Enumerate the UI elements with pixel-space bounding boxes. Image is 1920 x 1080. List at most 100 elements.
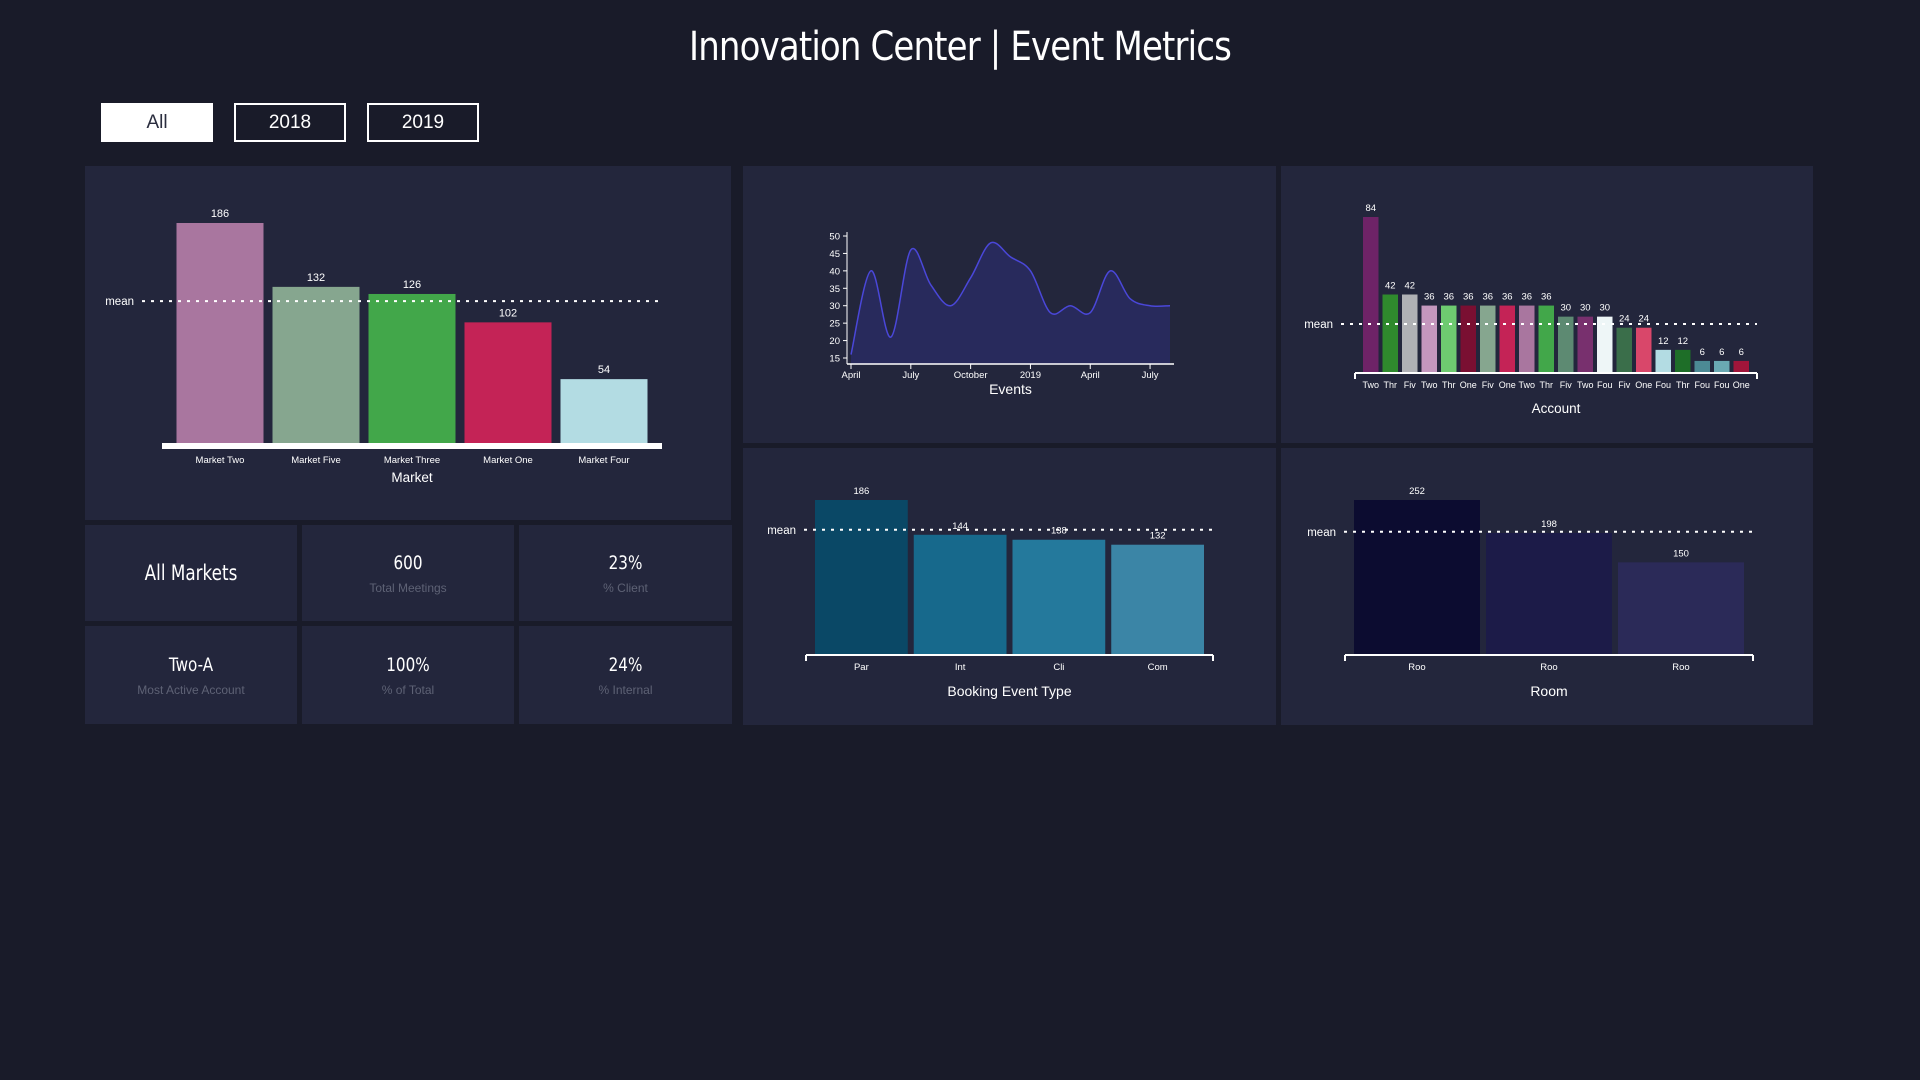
bar-value-label: 30	[1599, 303, 1610, 314]
y-tick-label: 15	[829, 354, 840, 365]
total-meetings-value: 600	[393, 552, 423, 574]
x-axis-title: Account	[1532, 401, 1581, 416]
x-axis-title: Room	[1530, 683, 1567, 699]
booking-event-type-bar-chart: 186 Par 144 Int 138 Cli 132 Com mean Booking Even…	[767, 486, 1214, 699]
bar-account-10	[1558, 316, 1574, 372]
x-tick-label: Fiv	[1618, 380, 1630, 390]
stat-card-most-active-account: Two-A Most Active Account	[85, 626, 297, 724]
bar-booking-3	[1111, 544, 1204, 654]
bar-account-6	[1480, 305, 1496, 372]
x-tick-label: Thr	[1384, 380, 1398, 390]
y-tick-label: 35	[829, 284, 840, 295]
stat-card-client: 23% % Client	[519, 525, 732, 621]
bar-value-label: 6	[1739, 347, 1744, 358]
bar-account-7	[1499, 305, 1515, 372]
internal-percent-label: % Internal	[598, 683, 653, 697]
bar-market-3	[464, 322, 552, 443]
bar-account-5	[1460, 305, 1476, 372]
bar-value-label: 198	[1541, 519, 1557, 530]
market-chart-panel: 186 Market Two 132 Market Five 126 Market Thr…	[85, 166, 731, 520]
bar-value-label: 36	[1443, 292, 1454, 303]
bar-value-label: 102	[499, 307, 517, 319]
bar-value-label: 6	[1719, 347, 1724, 358]
y-tick-label: 30	[829, 301, 840, 312]
mean-label: mean	[105, 296, 134, 308]
bar-account-15	[1655, 349, 1671, 372]
x-tick-label: Cli	[1053, 662, 1064, 673]
bar-account-16	[1675, 349, 1691, 372]
mean-label: mean	[767, 525, 796, 537]
bar-account-14	[1636, 327, 1652, 372]
bar-value-label: 36	[1521, 292, 1532, 303]
x-tick-label: Market Four	[578, 455, 629, 466]
market-bar-chart: 186 Market Two 132 Market Five 126 Market Thr…	[105, 208, 662, 485]
stat-card-market: All Markets	[85, 525, 297, 621]
bar-account-18	[1714, 360, 1730, 372]
stat-card-internal: 24% % Internal	[519, 626, 732, 724]
x-tick-label: 2019	[1020, 370, 1041, 381]
y-tick-label: 45	[829, 249, 840, 260]
y-tick-label: 40	[829, 266, 840, 277]
bar-value-label: 12	[1677, 336, 1688, 347]
x-tick-label: July	[1142, 370, 1159, 381]
bar-account-4	[1441, 305, 1457, 372]
x-tick-label: April	[1081, 370, 1100, 381]
bar-value-label: 12	[1658, 336, 1669, 347]
bar-value-label: 42	[1404, 281, 1415, 292]
bar-market-0	[176, 223, 264, 443]
x-tick-label: Two	[1421, 380, 1438, 390]
bar-value-label: 36	[1424, 292, 1435, 303]
x-tick-label: Roo	[1540, 662, 1557, 673]
x-tick-label: Two	[1362, 380, 1379, 390]
y-tick-label: 20	[829, 336, 840, 347]
x-tick-label: Fou	[1597, 380, 1613, 390]
x-tick-label: Thr	[1442, 380, 1456, 390]
percent-of-total-value: 100%	[386, 654, 430, 676]
bar-account-13	[1616, 327, 1632, 372]
bar-booking-0	[815, 500, 908, 654]
bar-account-9	[1538, 305, 1554, 372]
x-tick-label: Int	[955, 662, 966, 673]
bar-value-label: 186	[853, 486, 869, 497]
bar-value-label: 132	[307, 272, 325, 284]
bar-value-label: 30	[1580, 303, 1591, 314]
room-bar-chart: 252 Roo 198 Roo 150 Roo mean Room	[1307, 486, 1754, 699]
bar-market-1	[272, 286, 360, 443]
x-tick-label: Roo	[1672, 662, 1689, 673]
booking-chart-panel: 186 Par 144 Int 138 Cli 132 Com mean Booking Even…	[743, 448, 1276, 725]
bar-room-0	[1354, 500, 1480, 654]
x-axis-title: Events	[989, 381, 1032, 397]
x-tick-label: Fou	[1714, 380, 1730, 390]
x-tick-label: Roo	[1408, 662, 1425, 673]
filter-2018-button[interactable]: 2018	[234, 103, 346, 142]
x-tick-label: One	[1635, 380, 1652, 390]
room-chart-panel: 252 Roo 198 Roo 150 Roo mean Room	[1281, 448, 1813, 725]
bar-value-label: 54	[598, 364, 610, 376]
x-tick-label: Market One	[483, 455, 533, 466]
client-percent-value: 23%	[608, 552, 643, 574]
client-percent-label: % Client	[603, 581, 648, 595]
x-tick-label: October	[954, 370, 988, 381]
bar-value-label: 36	[1502, 292, 1513, 303]
x-tick-label: Fiv	[1482, 380, 1494, 390]
x-axis-title: Booking Event Type	[947, 683, 1071, 699]
x-tick-label: Two	[1518, 380, 1535, 390]
x-tick-label: Market Two	[196, 455, 245, 466]
x-tick-label: One	[1460, 380, 1477, 390]
filter-2019-button[interactable]: 2019	[367, 103, 479, 142]
internal-percent-value: 24%	[608, 654, 643, 676]
bar-account-0	[1363, 217, 1379, 372]
bar-value-label: 186	[211, 208, 229, 220]
x-tick-label: Thr	[1676, 380, 1690, 390]
bar-value-label: 30	[1560, 303, 1571, 314]
bar-value-label: 138	[1051, 526, 1067, 537]
bar-value-label: 132	[1150, 531, 1166, 542]
bar-value-label: 36	[1482, 292, 1493, 303]
mean-label: mean	[1307, 527, 1336, 539]
bar-room-2	[1618, 562, 1744, 654]
bar-value-label: 36	[1541, 292, 1552, 303]
bar-value-label: 144	[952, 521, 968, 532]
bar-market-4	[560, 379, 648, 443]
y-tick-label: 50	[829, 232, 840, 243]
filter-all-button[interactable]: All	[101, 103, 213, 142]
